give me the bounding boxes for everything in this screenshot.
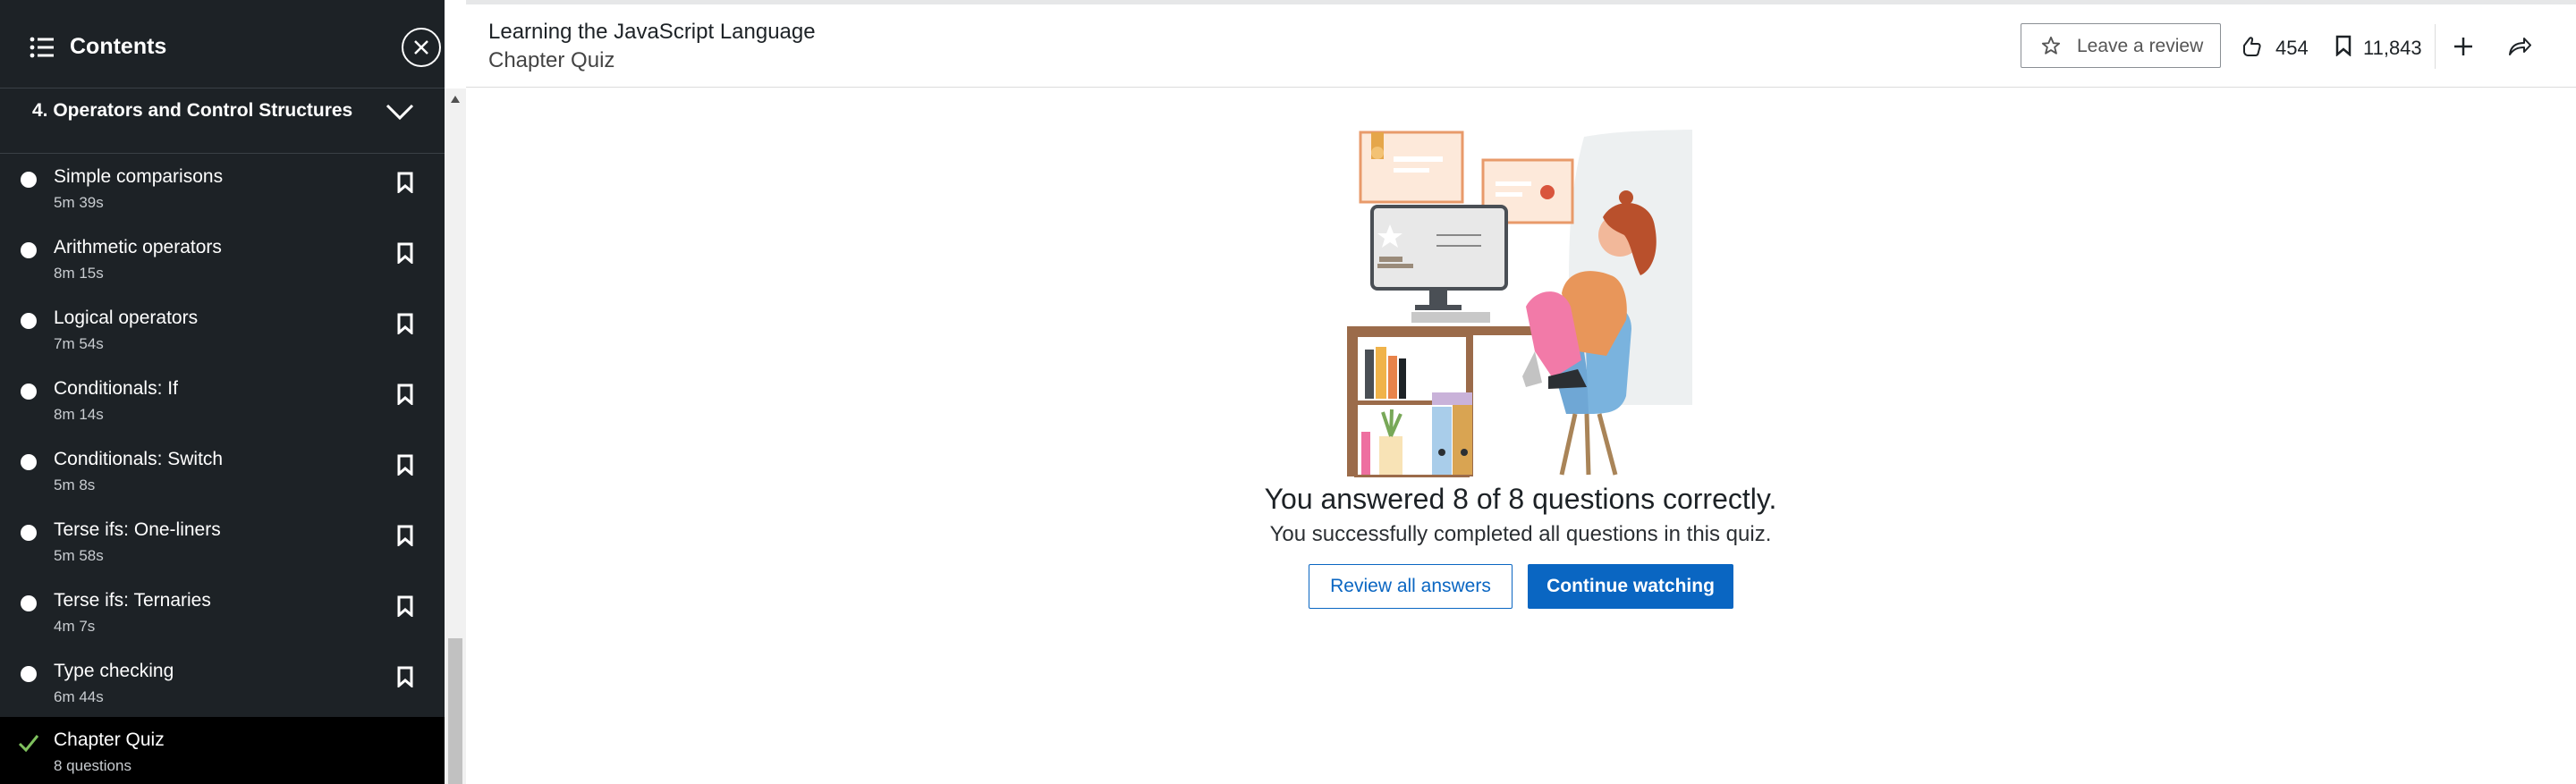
bookmark-icon[interactable]	[397, 313, 413, 334]
video-title: Arithmetic operators	[54, 237, 222, 257]
video-duration: 5m 58s	[54, 547, 104, 564]
add-icon[interactable]	[2453, 37, 2473, 56]
like-icon[interactable]	[2240, 35, 2263, 58]
video-duration: 8m 15s	[54, 265, 104, 282]
video-item[interactable]: Logical operators 7m 54s	[0, 295, 445, 366]
video-title: Terse ifs: Ternaries	[54, 590, 211, 611]
video-title: Conditionals: Switch	[54, 449, 224, 469]
review-all-answers-button[interactable]: Review all answers	[1309, 564, 1513, 609]
bookmark-icon[interactable]	[2335, 35, 2351, 56]
video-duration: 4m 7s	[54, 618, 96, 635]
sidebar-header: Contents	[0, 0, 445, 89]
list-icon	[30, 37, 54, 58]
video-title: Terse ifs: One-liners	[54, 519, 221, 540]
bookmark-icon[interactable]	[397, 384, 413, 405]
video-title: Logical operators	[54, 308, 199, 328]
quiz-title: Chapter Quiz	[54, 729, 165, 750]
video-duration: 5m 39s	[54, 194, 104, 211]
video-duration: 8m 14s	[54, 406, 104, 423]
video-item[interactable]: Terse ifs: Ternaries 4m 7s	[0, 577, 445, 648]
quiz-result-subtitle: You successfully completed all questions…	[1269, 522, 1772, 546]
header-divider	[2435, 24, 2436, 69]
scrollbar-thumb[interactable]	[448, 638, 462, 784]
incomplete-dot-icon	[21, 595, 37, 611]
course-title: Learning the JavaScript Language	[488, 20, 816, 44]
chapter-quiz-item[interactable]: Chapter Quiz 8 questions	[0, 717, 445, 784]
share-icon[interactable]	[2508, 37, 2531, 56]
incomplete-dot-icon	[21, 172, 37, 188]
video-item[interactable]: Arithmetic operators 8m 15s	[0, 224, 445, 295]
video-title: Simple comparisons	[54, 166, 224, 187]
sidebar-scrollbar[interactable]	[445, 89, 466, 784]
save-count: 11,843	[2363, 37, 2422, 59]
star-icon	[2041, 36, 2061, 55]
incomplete-dot-icon	[21, 454, 37, 470]
sidebar: Contents 4. Operators and Control Struct…	[0, 0, 445, 784]
chapter-header[interactable]: 4. Operators and Control Structures	[0, 89, 445, 154]
video-item[interactable]: Conditionals: Switch 5m 8s	[0, 436, 445, 507]
bookmark-icon[interactable]	[397, 595, 413, 617]
incomplete-dot-icon	[21, 525, 37, 541]
incomplete-dot-icon	[21, 666, 37, 682]
sidebar-title: Contents	[70, 34, 167, 59]
quiz-result-title: You answered 8 of 8 questions correctly.	[1264, 483, 1777, 515]
close-icon	[414, 40, 428, 55]
course-header: Learning the JavaScript Language Chapter…	[466, 0, 2576, 88]
video-duration: 6m 44s	[54, 688, 104, 705]
scroll-up-arrow-icon[interactable]	[451, 96, 460, 103]
bookmark-icon[interactable]	[397, 242, 413, 264]
video-duration: 7m 54s	[54, 335, 104, 352]
video-item[interactable]: Terse ifs: One-liners 5m 58s	[0, 507, 445, 577]
leave-review-label: Leave a review	[2077, 36, 2204, 56]
quiz-question-count: 8 questions	[54, 757, 131, 774]
video-title: Conditionals: If	[54, 378, 178, 399]
bookmark-icon[interactable]	[397, 454, 413, 476]
incomplete-dot-icon	[21, 242, 37, 258]
incomplete-dot-icon	[21, 384, 37, 400]
video-item[interactable]: Conditionals: If 8m 14s	[0, 366, 445, 436]
close-contents-button[interactable]	[402, 28, 441, 67]
video-item[interactable]: Simple comparisons 5m 39s	[0, 154, 445, 224]
leave-review-button[interactable]: Leave a review	[2021, 23, 2221, 68]
video-title: Type checking	[54, 661, 174, 681]
current-item-title: Chapter Quiz	[488, 48, 615, 72]
quiz-complete-illustration	[1347, 130, 1692, 477]
like-count: 454	[2275, 37, 2309, 59]
chapter-title: 4. Operators and Control Structures	[32, 100, 353, 121]
chevron-down-icon[interactable]	[385, 102, 415, 122]
video-duration: 5m 8s	[54, 476, 96, 493]
bookmark-icon[interactable]	[397, 525, 413, 546]
bookmark-icon[interactable]	[397, 666, 413, 687]
video-item[interactable]: Type checking 6m 44s	[0, 648, 445, 719]
checkmark-icon	[18, 735, 39, 753]
incomplete-dot-icon	[21, 313, 37, 329]
continue-watching-button[interactable]: Continue watching	[1528, 564, 1733, 609]
bookmark-icon[interactable]	[397, 172, 413, 193]
